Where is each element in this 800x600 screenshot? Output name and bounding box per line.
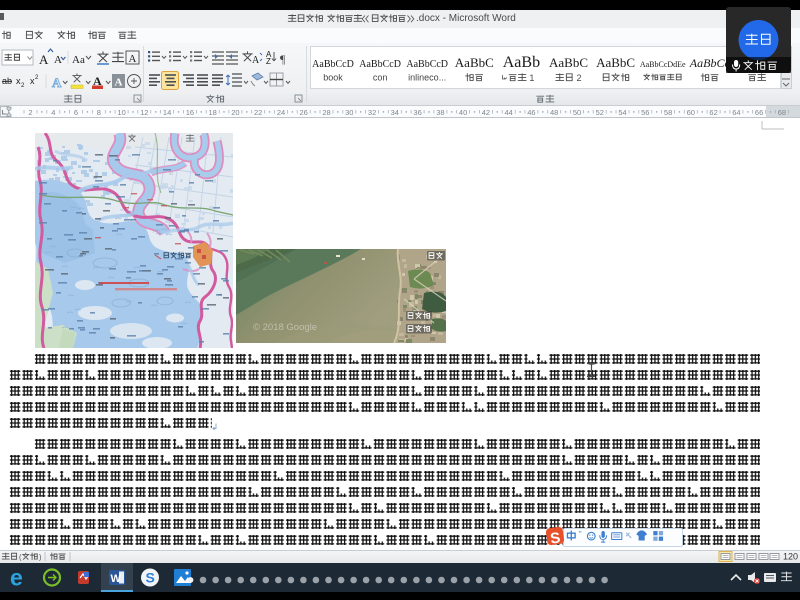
svg-text:¶: ¶ xyxy=(280,52,286,66)
svg-text:18: 18 xyxy=(209,108,217,117)
svg-text:AaBbC: AaBbC xyxy=(455,55,494,70)
svg-text:ab: ab xyxy=(2,76,12,86)
svg-text:38: 38 xyxy=(436,108,444,117)
svg-text:Aa: Aa xyxy=(72,54,85,66)
svg-text:10: 10 xyxy=(117,108,125,117)
svg-text:58: 58 xyxy=(664,108,672,117)
svg-text:14: 14 xyxy=(163,108,171,117)
svg-text:A: A xyxy=(52,75,62,90)
svg-text:66: 66 xyxy=(755,108,763,117)
svg-text:2: 2 xyxy=(35,75,39,81)
svg-text:AaBb: AaBb xyxy=(503,54,540,71)
svg-text:AaBbCcDdEe: AaBbCcDdEe xyxy=(640,60,686,69)
svg-text:A: A xyxy=(252,55,260,66)
svg-text:52: 52 xyxy=(596,108,604,117)
svg-text:40: 40 xyxy=(459,108,467,117)
svg-text:AaBbCc: AaBbCc xyxy=(689,56,731,70)
svg-text:120: 120 xyxy=(783,552,798,562)
svg-text:con: con xyxy=(373,73,388,83)
svg-text:’’: ’’ xyxy=(579,529,583,538)
svg-text:50: 50 xyxy=(573,108,581,117)
svg-text:AaBbCcD: AaBbCcD xyxy=(312,59,354,70)
svg-text:A: A xyxy=(39,52,49,67)
svg-text:AaBbC: AaBbC xyxy=(596,55,635,70)
svg-text:inlineco...: inlineco... xyxy=(408,73,446,83)
svg-text:2: 2 xyxy=(21,83,25,89)
svg-text:A: A xyxy=(129,53,137,65)
svg-text:46: 46 xyxy=(527,108,535,117)
svg-text:42: 42 xyxy=(482,108,490,117)
svg-text:34: 34 xyxy=(391,108,399,117)
svg-text:24: 24 xyxy=(277,108,285,117)
svg-text:32: 32 xyxy=(368,108,376,117)
svg-text:56: 56 xyxy=(641,108,649,117)
svg-text:12: 12 xyxy=(140,108,148,117)
svg-text:A: A xyxy=(54,54,62,66)
svg-text:68: 68 xyxy=(778,108,786,117)
svg-text:30: 30 xyxy=(345,108,353,117)
svg-text:1: 1 xyxy=(529,73,534,83)
svg-text:4: 4 xyxy=(51,108,55,117)
svg-text:48: 48 xyxy=(550,108,558,117)
svg-text:(: ( xyxy=(19,553,22,562)
svg-text:AaBbCcD: AaBbCcD xyxy=(406,59,448,70)
svg-text:64: 64 xyxy=(732,108,740,117)
svg-text:2: 2 xyxy=(577,73,582,83)
svg-text:S: S xyxy=(146,570,155,586)
svg-text:60: 60 xyxy=(687,108,695,117)
svg-text:AaBbCcD: AaBbCcD xyxy=(359,59,401,70)
svg-text:2: 2 xyxy=(28,108,32,117)
svg-text:book: book xyxy=(323,73,343,83)
svg-text:22: 22 xyxy=(254,108,262,117)
svg-text:e: e xyxy=(10,565,23,591)
svg-text:A: A xyxy=(115,77,123,89)
svg-text:36: 36 xyxy=(413,108,421,117)
svg-text:Z: Z xyxy=(266,57,271,66)
svg-text:AaBbC: AaBbC xyxy=(549,55,588,70)
svg-text:20: 20 xyxy=(231,108,239,117)
svg-text:8: 8 xyxy=(97,108,101,117)
svg-text:W: W xyxy=(111,573,122,585)
svg-text:44: 44 xyxy=(505,108,513,117)
svg-text:16: 16 xyxy=(186,108,194,117)
svg-text:6: 6 xyxy=(74,108,78,117)
svg-text:): ) xyxy=(39,553,42,562)
svg-text:26: 26 xyxy=(300,108,308,117)
svg-text:54: 54 xyxy=(618,108,626,117)
svg-text:28: 28 xyxy=(322,108,330,117)
svg-text:62: 62 xyxy=(709,108,717,117)
